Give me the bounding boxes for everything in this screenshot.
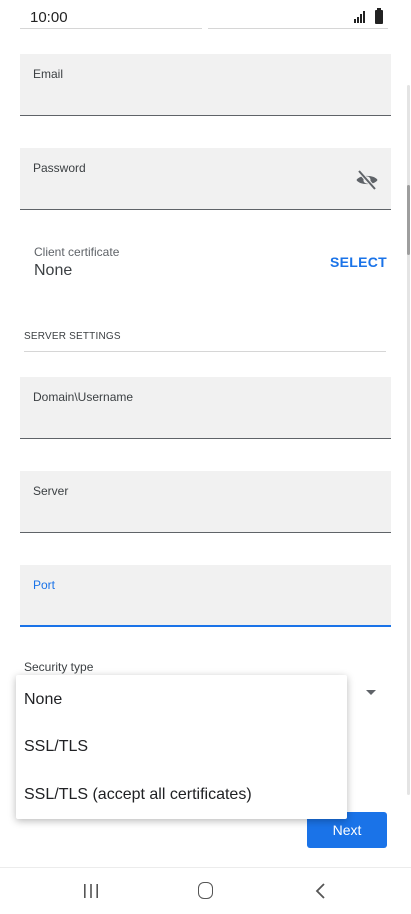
password-field[interactable]: Password <box>20 148 391 210</box>
email-label: Email <box>33 67 64 81</box>
password-label: Password <box>33 161 86 175</box>
status-time: 10:00 <box>30 9 68 26</box>
navigation-bar <box>0 868 411 914</box>
domain-username-label: Domain\Username <box>33 390 134 404</box>
eye-off-icon[interactable] <box>355 168 379 192</box>
section-divider <box>24 351 386 352</box>
port-label: Port <box>33 578 56 592</box>
security-type-label: Security type <box>24 660 94 674</box>
port-field[interactable]: Port <box>20 565 391 627</box>
select-certificate-button[interactable]: SELECT <box>330 254 387 270</box>
home-icon[interactable] <box>198 882 213 899</box>
status-bar: 10:00 <box>0 0 411 30</box>
security-option-ssl-tls-accept-all[interactable]: SSL/TLS (accept all certificates) <box>24 786 252 804</box>
dropdown-arrow-icon[interactable] <box>366 690 376 695</box>
server-label: Server <box>33 484 69 498</box>
security-type-dropdown: None SSL/TLS SSL/TLS (accept all certifi… <box>16 675 347 819</box>
signal-icon <box>354 11 365 23</box>
server-field[interactable]: Server <box>20 471 391 533</box>
domain-username-field[interactable]: Domain\Username <box>20 377 391 439</box>
recents-icon[interactable] <box>83 883 99 899</box>
client-certificate-value: None <box>34 262 73 279</box>
top-divider <box>20 28 202 29</box>
top-divider <box>208 28 388 29</box>
battery-icon <box>375 8 383 24</box>
scrollbar-thumb[interactable] <box>407 185 410 255</box>
security-option-ssl-tls[interactable]: SSL/TLS <box>24 738 88 756</box>
back-icon[interactable] <box>314 882 326 900</box>
security-option-none[interactable]: None <box>24 691 62 709</box>
client-certificate-label: Client certificate <box>34 245 120 259</box>
email-field[interactable]: Email <box>20 54 391 116</box>
server-settings-header: SERVER SETTINGS <box>24 331 121 342</box>
